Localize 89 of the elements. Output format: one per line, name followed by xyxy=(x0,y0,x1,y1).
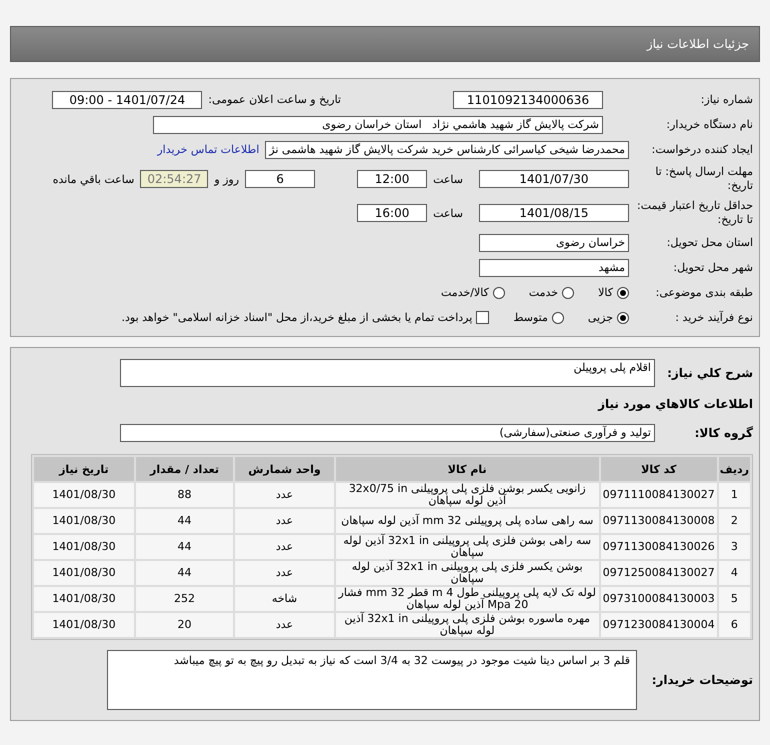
days-label: روز و xyxy=(214,172,240,186)
table-cell: بوشن یکسر فلزی پلی پروپیلنی 32x1 in آذین لوله سپاهان xyxy=(336,561,599,585)
table-cell: 1 xyxy=(718,483,750,507)
field-label: شماره نیاز: xyxy=(700,92,753,106)
column-header: واحد شمارش xyxy=(235,457,334,481)
field-label: تاریخ و ساعت اعلان عمومی: xyxy=(208,93,341,106)
radio-button[interactable] xyxy=(617,312,629,324)
field-label: طبقه بندی موضوعی: xyxy=(654,286,753,300)
radio-option[interactable]: خدمت xyxy=(528,286,574,299)
remaining-label: ساعت باقي مانده xyxy=(52,172,134,186)
table-cell: 6 xyxy=(718,613,750,637)
table-cell: 1401/08/30 xyxy=(34,483,134,507)
radio-option[interactable]: کالا/خدمت xyxy=(441,286,505,299)
table-cell: عدد xyxy=(235,535,334,559)
table-cell: عدد xyxy=(235,561,334,585)
table-cell: 4 xyxy=(718,561,750,585)
radio-option[interactable]: متوسط xyxy=(513,311,564,324)
radio-button[interactable] xyxy=(562,286,574,298)
column-header: تاریخ نیاز xyxy=(34,457,134,481)
field-label: استان محل تحویل: xyxy=(666,236,753,250)
radio-button[interactable] xyxy=(552,312,564,324)
table-cell: 1401/08/30 xyxy=(34,561,134,585)
remaining-time-field: 02:54:27 xyxy=(140,170,208,188)
time-label: ساعت xyxy=(433,206,463,220)
table-cell: لوله تک لایه پلی پروپیلنی طول 4 m قطر 32 mm فشار 20 Mpa آذین لوله سپاهان xyxy=(336,587,599,611)
radio-button[interactable] xyxy=(617,286,629,298)
table-cell: 0971130084130026 xyxy=(600,535,717,559)
field-label: نام دستگاه خریدار: xyxy=(665,118,753,132)
buyer-notes-field: قلم 3 بر اساس دیتا شیت موجود در پیوست 32 به 3/4 است که نیاز به تبدیل رو پیچ به تو پیچ میباشد xyxy=(107,650,637,710)
table-cell: 252 xyxy=(136,587,234,611)
table-cell: 3 xyxy=(718,535,750,559)
buyer-field: شرکت پالایش گاز شهید هاشمي نژاد استان خراسان رضوی xyxy=(153,116,603,134)
province-field: خراسان رضوی xyxy=(479,234,629,252)
requester-field: محمدرضا شیخی کیاسرائی کارشناس خرید شرکت پالایش گاز شهید هاشمی نژ xyxy=(265,140,629,158)
city-field: مشهد xyxy=(479,258,629,276)
field-label: شرح کلي نياز: xyxy=(666,366,753,380)
column-header: رديف xyxy=(718,457,750,481)
table-cell: سه راهی بوشن فلزی پلی پروپیلنی 32x1 in آذین لوله سپاهان xyxy=(336,535,599,559)
days-field: 6 xyxy=(245,170,316,188)
column-header: تعداد / مقدار xyxy=(136,457,234,481)
field-label: ایجاد کننده درخواست: xyxy=(650,142,753,156)
contact-link[interactable]: اطلاعات تماس خریدار xyxy=(157,143,260,156)
table-cell: 1401/08/30 xyxy=(34,613,134,637)
validity-time-field: 16:00 xyxy=(357,204,428,222)
description-field: اقلام پلی پروپیلن xyxy=(120,359,655,387)
table-cell: 0973100084130003 xyxy=(600,587,717,611)
table-cell: 44 xyxy=(136,561,234,585)
table-cell: عدد xyxy=(235,509,334,533)
table-cell: عدد xyxy=(235,483,334,507)
table-cell: زانویی یکسر بوشن فلزی پلی پروپیلنی 32x0/75 in آذین لوله سپاهان xyxy=(336,483,599,507)
deadline-time-field: 12:00 xyxy=(357,170,428,188)
table-cell: 2 xyxy=(718,509,750,533)
table-cell: مهره ماسوره بوشن فلزی پلی پروپیلنی 32x1 in آذین لوله سپاهان xyxy=(336,613,599,637)
need-number-field: 1101092134000636 xyxy=(453,90,603,108)
checkbox[interactable] xyxy=(476,311,490,324)
table-cell: 44 xyxy=(136,535,234,559)
table-cell: 1401/08/30 xyxy=(34,535,134,559)
table-cell: 5 xyxy=(718,587,750,611)
table-cell: 0971250084130027 xyxy=(600,561,717,585)
radio-option[interactable]: کالا xyxy=(598,286,629,299)
section-title: اطلاعات کالاهاي مورد نياز xyxy=(596,397,753,411)
table-cell: 0971110084130027 xyxy=(600,483,717,507)
radio-option[interactable]: جزیی xyxy=(588,311,629,324)
table-cell: 1401/08/30 xyxy=(34,509,134,533)
treasury-option[interactable]: پرداخت تمام یا بخشی از مبلغ خرید،از محل "اسناد خزانه اسلامی" خواهد بود. xyxy=(122,311,490,324)
time-label: ساعت xyxy=(433,172,463,186)
table-cell: شاخه xyxy=(235,587,334,611)
goods-group-field: تولید و فرآوری صنعتی(سفارشی) xyxy=(120,424,655,442)
table-cell: 44 xyxy=(136,509,234,533)
announce-date-field: 1401/07/24 - 09:00 xyxy=(52,90,202,108)
field-label: نوع فرآیند خرید : xyxy=(674,310,753,324)
page-title: جزئیات اطلاعات نیاز xyxy=(646,37,749,51)
table-cell: سه راهی ساده پلی پروپیلنی 32 mm آذین لوله سپاهان xyxy=(336,509,599,533)
column-header: کد کالا xyxy=(600,457,717,481)
table-cell: 20 xyxy=(136,613,234,637)
radio-button[interactable] xyxy=(492,286,505,298)
table-cell: 0971130084130008 xyxy=(600,509,717,533)
table-cell: عدد xyxy=(235,613,334,637)
field-label: توضیحات خریدار: xyxy=(650,673,753,687)
field-label: حداقل تاریخ اعتبار قیمت: تا تاریخ: xyxy=(636,199,753,227)
field-label: گروه کالا: xyxy=(694,426,753,440)
field-label: شهر محل تحویل: xyxy=(672,260,753,274)
table-cell: 88 xyxy=(136,483,234,507)
deadline-date-field: 1401/07/30 xyxy=(479,170,629,188)
table-cell: 1401/08/30 xyxy=(34,587,134,611)
column-header: نام کالا xyxy=(336,457,599,481)
field-label: مهلت ارسال پاسخ: تا تاریخ: xyxy=(654,165,753,193)
validity-date-field: 1401/08/15 xyxy=(479,204,629,222)
table-cell: 0971230084130004 xyxy=(600,613,717,637)
